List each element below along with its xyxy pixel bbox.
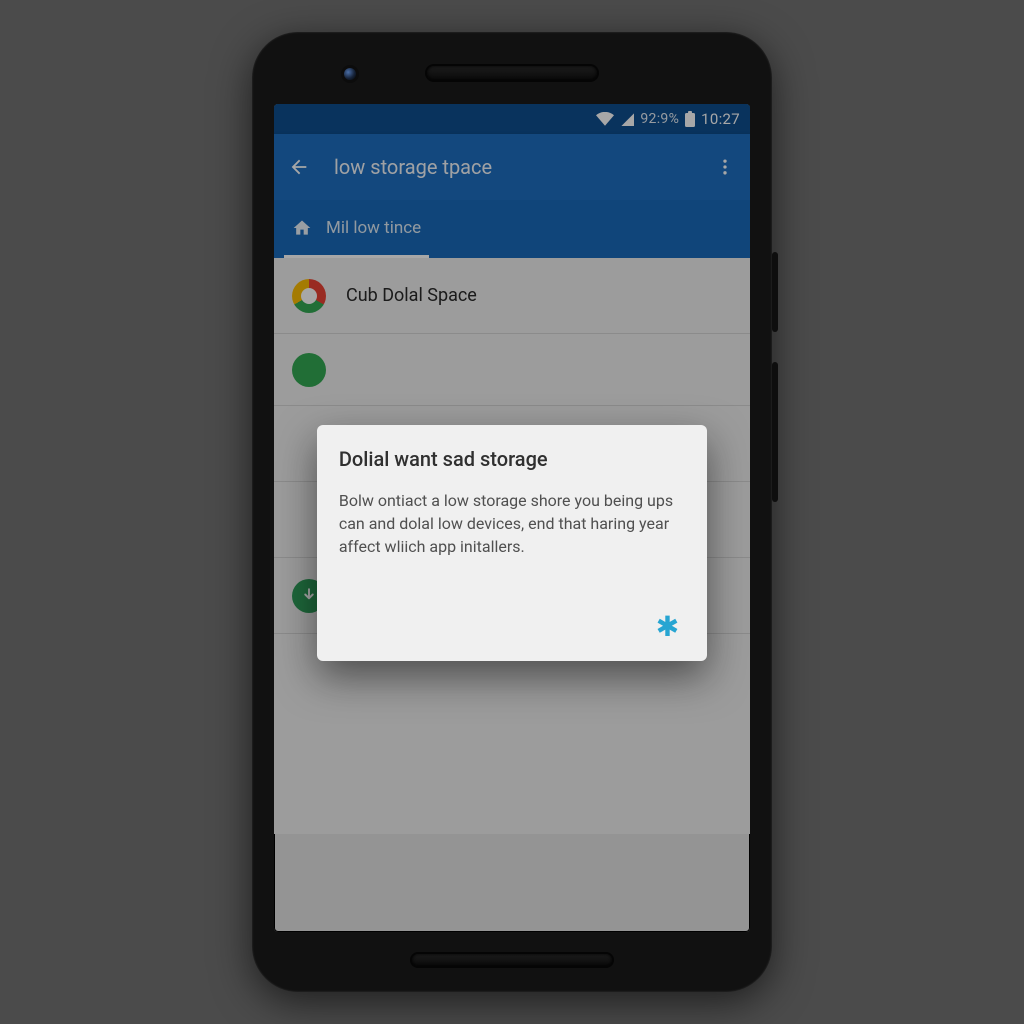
- dialog-body: Bolw ontiact a low storage shore you bei…: [339, 489, 685, 559]
- dialog-action-button[interactable]: ✱: [650, 608, 685, 645]
- speaker-bottom: [412, 954, 612, 966]
- phone-frame: 92:9% 10:27 low storage tpace Mil low ti…: [252, 32, 772, 992]
- earpiece: [427, 66, 597, 80]
- screen: 92:9% 10:27 low storage tpace Mil low ti…: [274, 104, 750, 932]
- modal-scrim[interactable]: Dolial want sad storage Bolw ontiact a l…: [274, 104, 750, 932]
- power-button: [772, 252, 778, 332]
- dialog-title: Dolial want sad storage: [339, 447, 685, 471]
- volume-button: [772, 362, 778, 502]
- storage-dialog: Dolial want sad storage Bolw ontiact a l…: [317, 425, 707, 662]
